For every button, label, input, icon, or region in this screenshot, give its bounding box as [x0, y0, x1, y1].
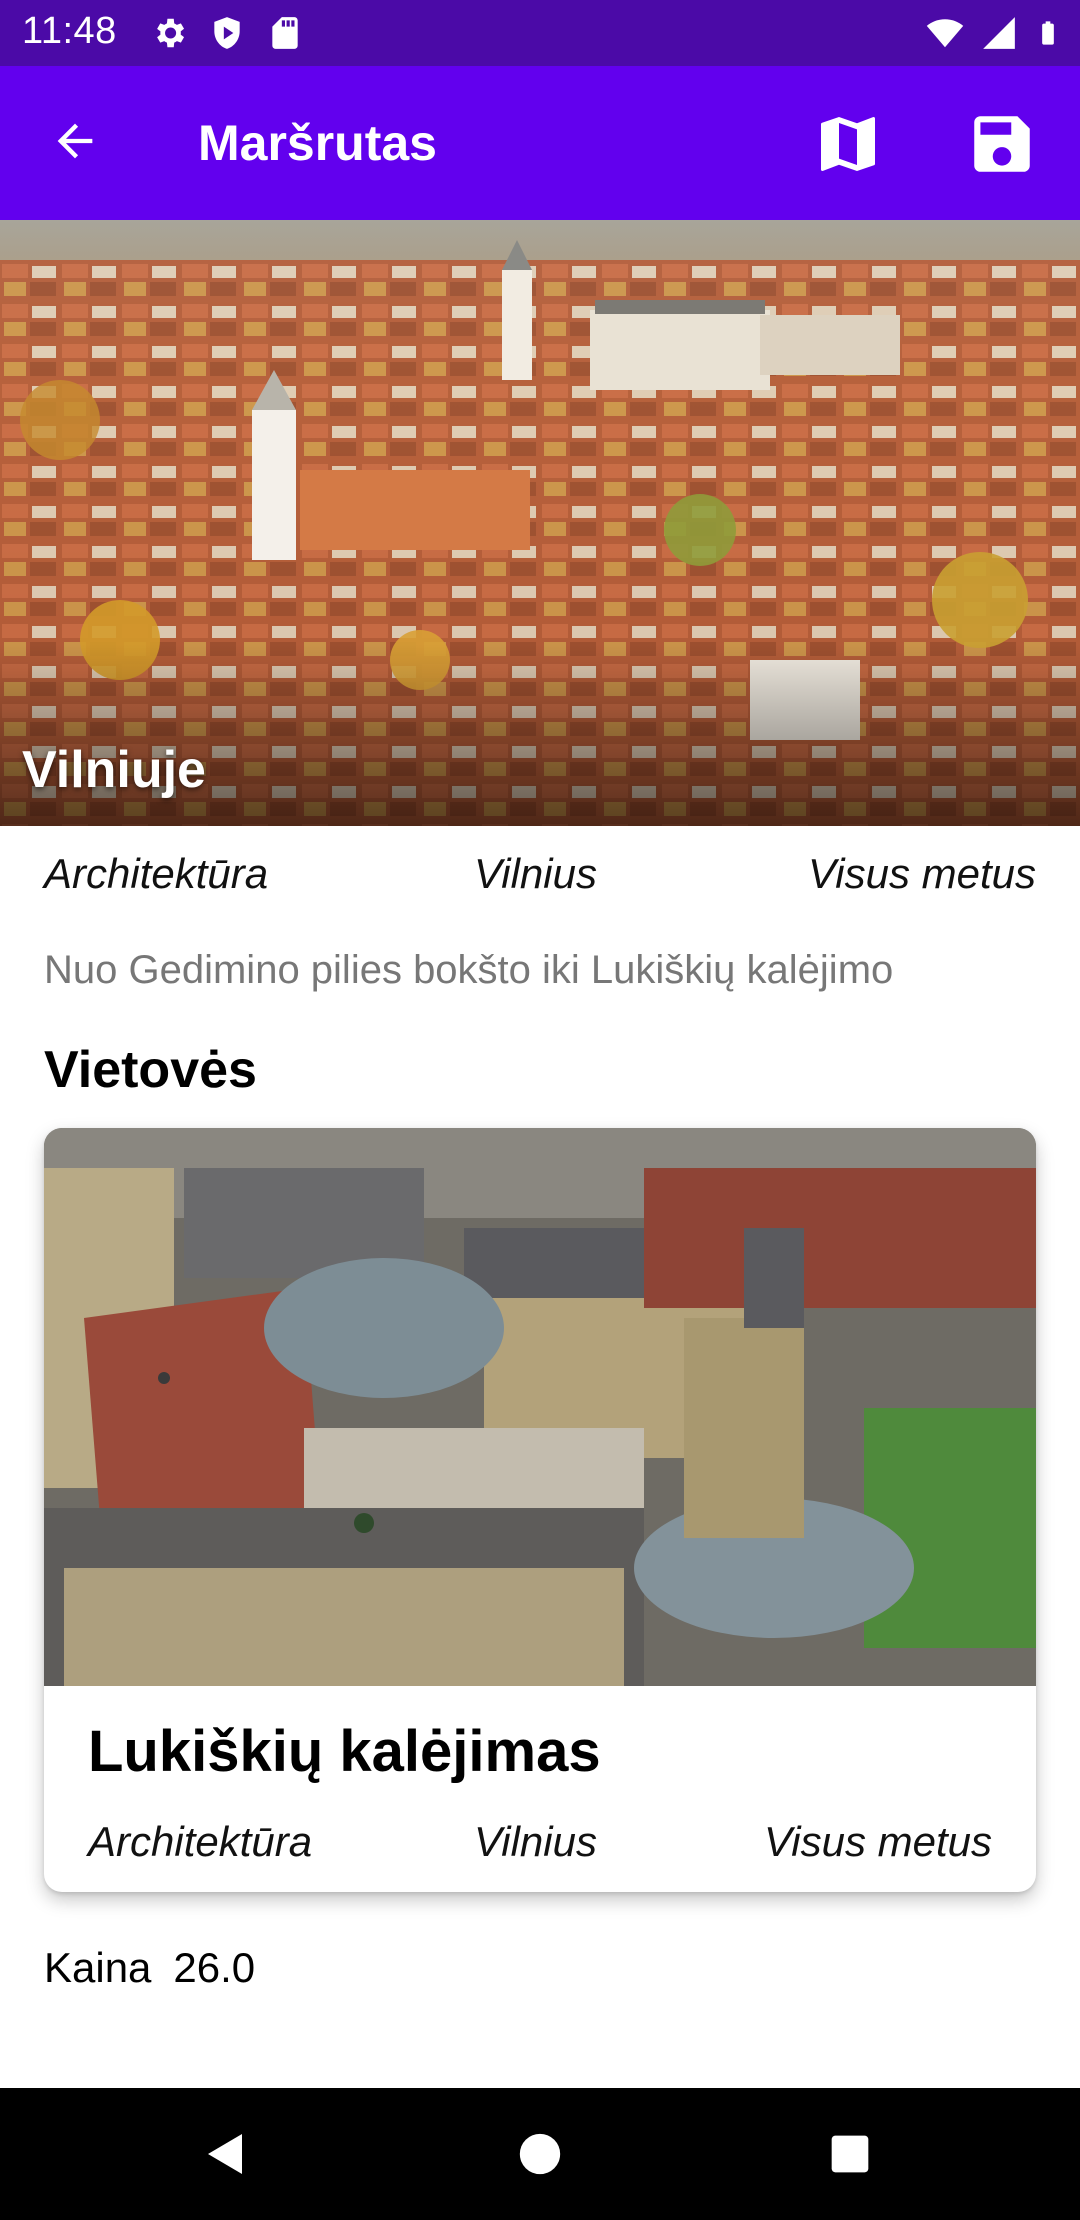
map-icon: [821, 117, 875, 171]
price-label: Kaina: [44, 1944, 152, 1991]
nav-home-button[interactable]: [504, 2118, 576, 2190]
location-meta: Architektūra Vilnius Visus metus: [88, 1818, 992, 1874]
route-season: Visus metus: [808, 850, 1036, 897]
location-category: Architektūra: [88, 1818, 313, 1865]
location-title: Lukiškių kalėjimas: [88, 1719, 601, 1784]
prison-aerial-photo: [44, 1128, 1036, 1686]
nav-recents-button[interactable]: [814, 2118, 886, 2190]
route-description: Nuo Gedimino pilies bokšto iki Lukiškių …: [44, 948, 894, 992]
location-image: [44, 1128, 1036, 1686]
battery-icon: [1042, 21, 1054, 45]
status-time: 11:48: [22, 10, 117, 52]
system-nav-bar: [0, 2088, 1080, 2220]
signal-icon: [983, 17, 1015, 49]
save-icon: [974, 116, 1030, 172]
map-button[interactable]: [808, 104, 888, 184]
status-bar: 11:48: [0, 0, 1080, 66]
sd-card-icon: [272, 17, 298, 49]
route-meta: Architektūra Vilnius Visus metus: [44, 850, 1036, 910]
back-button[interactable]: [40, 106, 110, 176]
back-triangle-icon: [208, 2134, 242, 2174]
home-circle-icon: [519, 2133, 561, 2175]
settings-icon: [157, 18, 185, 48]
recents-square-icon: [831, 2135, 869, 2173]
locations-section-title: Vietovės: [44, 1041, 257, 1099]
price-value: 26.0: [173, 1944, 256, 1991]
app-bar: Maršrutas: [0, 66, 1080, 220]
route-title: Vilniuje: [22, 741, 206, 799]
location-city: Vilnius: [474, 1818, 597, 1865]
nav-back-button[interactable]: [190, 2118, 262, 2190]
shield-icon: [214, 17, 240, 49]
wifi-icon: [926, 19, 964, 48]
route-city: Vilnius: [474, 850, 597, 897]
save-button[interactable]: [962, 104, 1042, 184]
vilnius-aerial-photo: [0, 220, 1080, 826]
status-left-icons: [150, 14, 304, 52]
arrow-back-icon: [57, 123, 93, 159]
route-category: Architektūra: [44, 850, 269, 897]
page-title: Maršrutas: [198, 115, 437, 171]
location-season: Visus metus: [764, 1818, 992, 1865]
route-hero-image: Vilniuje: [0, 220, 1080, 826]
status-right-icons: [926, 14, 1062, 52]
price-row: Kaina 26.0: [44, 1944, 277, 1992]
location-card[interactable]: Lukiškių kalėjimas Architektūra Vilnius …: [44, 1128, 1036, 1892]
